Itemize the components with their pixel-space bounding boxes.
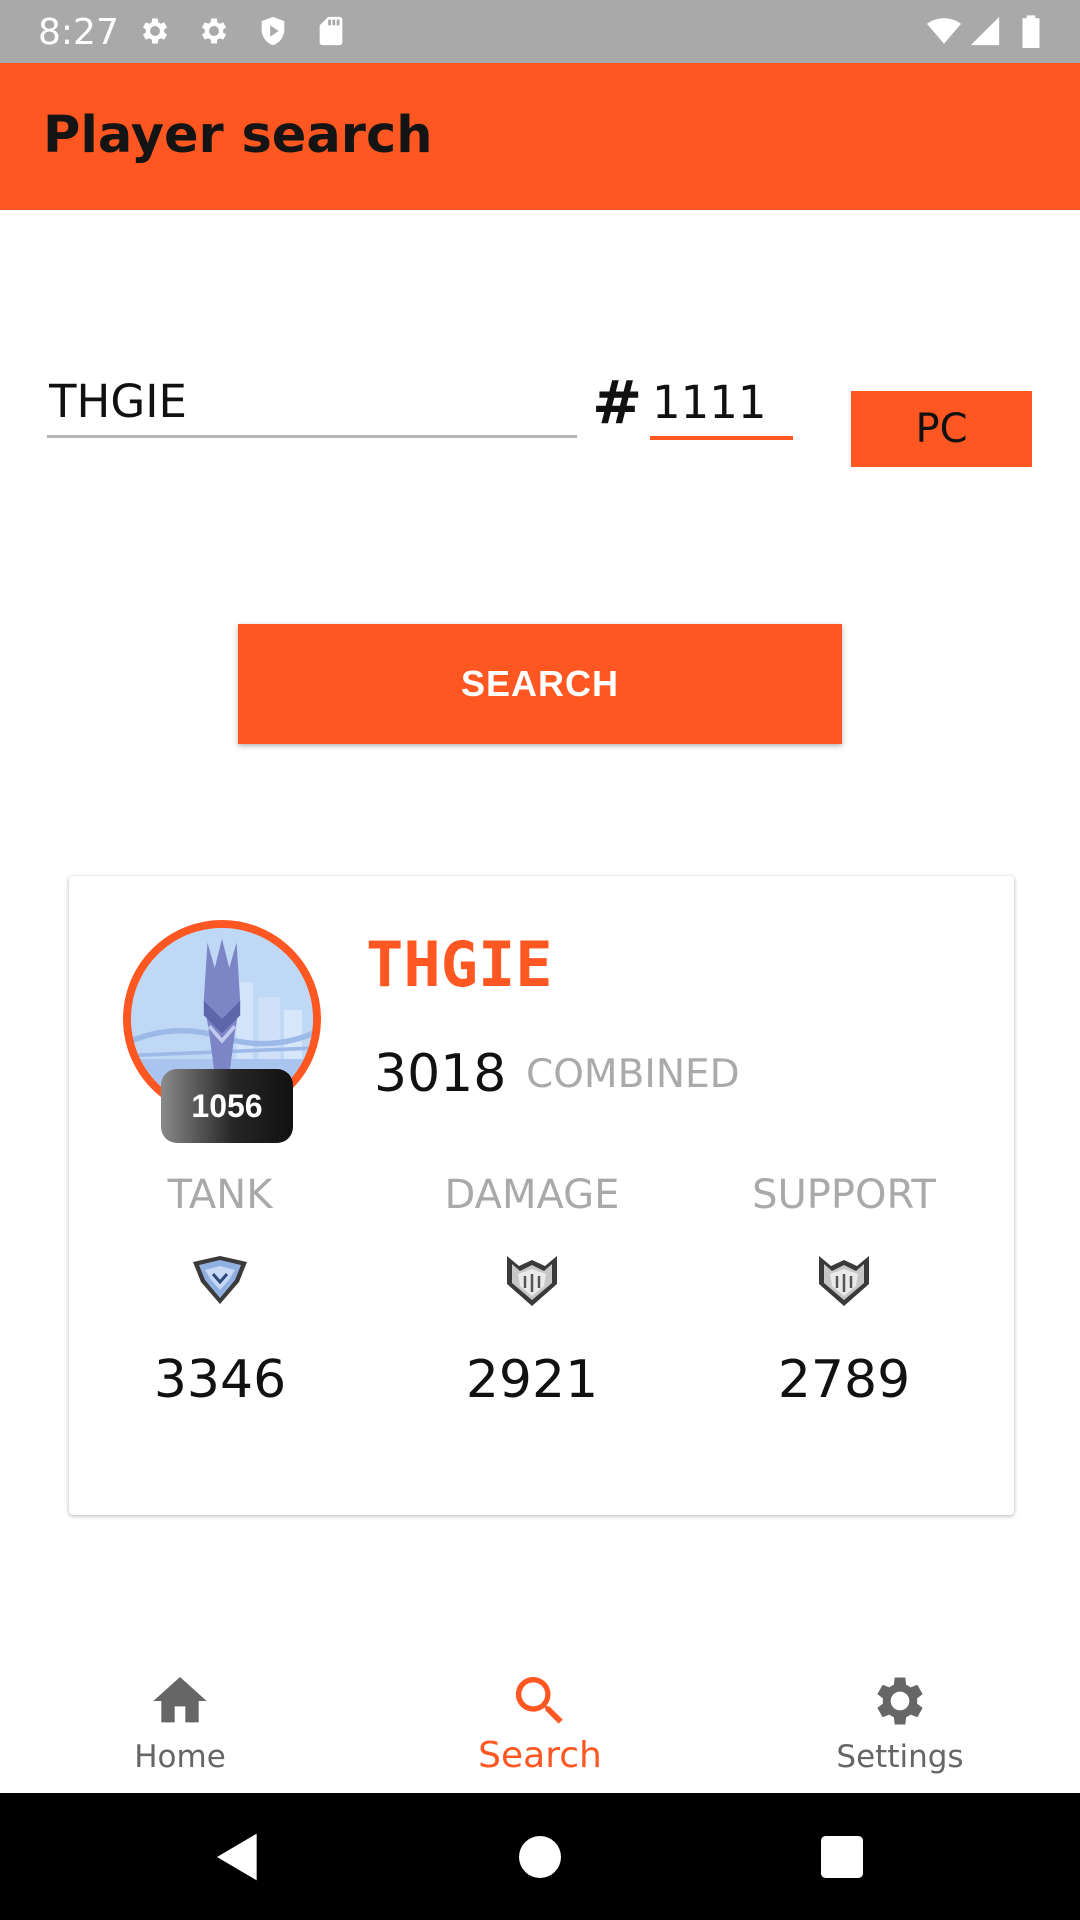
shield-icon xyxy=(256,14,290,48)
combined-rating-label: COMBINED xyxy=(526,1052,740,1097)
role-damage: DAMAGE 2921 xyxy=(402,1172,662,1410)
search-button[interactable]: SEARCH xyxy=(238,624,842,744)
app-bar: Player search xyxy=(0,63,1080,210)
battletag-number-input[interactable] xyxy=(650,368,793,440)
level-badge: 1056 xyxy=(161,1069,293,1143)
gear-icon xyxy=(868,1669,932,1733)
status-time: 8:27 xyxy=(38,12,119,53)
nav-item-home[interactable]: Home xyxy=(0,1633,360,1793)
nav-label: Settings xyxy=(836,1739,964,1775)
battletag-name-input[interactable] xyxy=(47,368,577,438)
platinum-rank-icon xyxy=(815,1256,873,1306)
battery-icon xyxy=(1016,14,1046,48)
home-icon xyxy=(148,1669,212,1733)
search-icon xyxy=(508,1669,572,1733)
settings-icon xyxy=(197,14,231,48)
role-rating: 3346 xyxy=(153,1350,287,1410)
role-label: SUPPORT xyxy=(752,1172,936,1218)
role-tank: TANK 3346 xyxy=(90,1172,350,1410)
signal-icon xyxy=(968,14,1002,48)
platinum-rank-icon xyxy=(503,1256,561,1306)
nav-item-settings[interactable]: Settings xyxy=(720,1633,1080,1793)
combined-rating-value: 3018 xyxy=(374,1044,507,1104)
back-icon[interactable] xyxy=(210,1829,266,1885)
sd-card-icon xyxy=(314,14,348,48)
page-title: Player search xyxy=(43,106,433,165)
platform-button[interactable]: PC xyxy=(851,391,1032,467)
wifi-icon xyxy=(922,14,966,48)
settings-icon xyxy=(138,14,172,48)
status-bar: 8:27 xyxy=(0,0,1080,63)
home-circle-icon[interactable] xyxy=(512,1829,568,1885)
role-rating: 2921 xyxy=(465,1350,599,1410)
player-card[interactable]: 1056 THGIE 3018 COMBINED TANK 3346 DAMAG… xyxy=(69,876,1014,1515)
system-navigation-bar xyxy=(0,1793,1080,1920)
role-rating: 2789 xyxy=(777,1350,911,1410)
player-name: THGIE xyxy=(366,928,553,1001)
hash-label: # xyxy=(592,368,643,438)
nav-item-search[interactable]: Search xyxy=(360,1633,720,1793)
role-label: TANK xyxy=(167,1172,273,1218)
role-support: SUPPORT 2789 xyxy=(714,1172,974,1410)
diamond-rank-icon xyxy=(191,1256,249,1306)
bottom-navigation: Home Search Settings xyxy=(0,1633,1080,1793)
recents-icon[interactable] xyxy=(814,1829,870,1885)
nav-label: Search xyxy=(478,1735,602,1776)
role-label: DAMAGE xyxy=(444,1172,620,1218)
nav-label: Home xyxy=(134,1739,226,1775)
